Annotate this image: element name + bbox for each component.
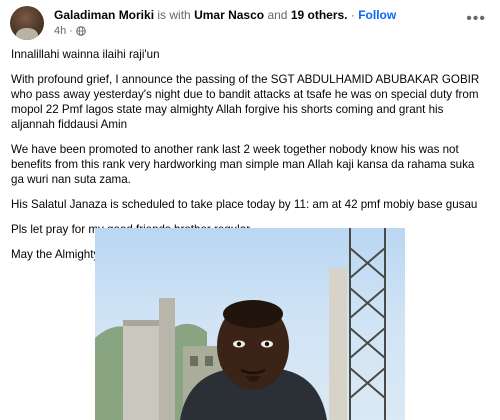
post-timestamp[interactable]: 4h (54, 25, 66, 37)
follow-button[interactable]: Follow (358, 8, 396, 22)
post-paragraph: We have been promoted to another rank la… (11, 143, 475, 186)
tagged-others[interactable]: 19 others. (291, 8, 348, 22)
globe-icon (76, 26, 86, 36)
post-paragraph: With profound grief, I announce the pass… (11, 73, 480, 131)
photo-scene (95, 228, 386, 420)
post-photo[interactable] (95, 228, 405, 420)
meta-separator: · (69, 25, 73, 37)
post-meta: 4h · (54, 25, 86, 37)
header-line: Galadiman Moriki is with Umar Nasco and … (54, 8, 396, 22)
and-text: and (267, 8, 288, 22)
post-header: Galadiman Moriki is with Umar Nasco and … (10, 6, 490, 40)
post-paragraph: Innalillahi wainna ilaihi raji'un (11, 48, 160, 61)
post-paragraph: His Salatul Janaza is scheduled to take … (11, 198, 478, 211)
tagged-person[interactable]: Umar Nasco (194, 8, 264, 22)
author-avatar[interactable] (10, 6, 44, 40)
is-with-text: is with (157, 8, 191, 22)
author-name[interactable]: Galadiman Moriki (54, 8, 154, 22)
more-options-icon[interactable]: ••• (466, 10, 486, 28)
separator-dot: · (350, 8, 355, 22)
